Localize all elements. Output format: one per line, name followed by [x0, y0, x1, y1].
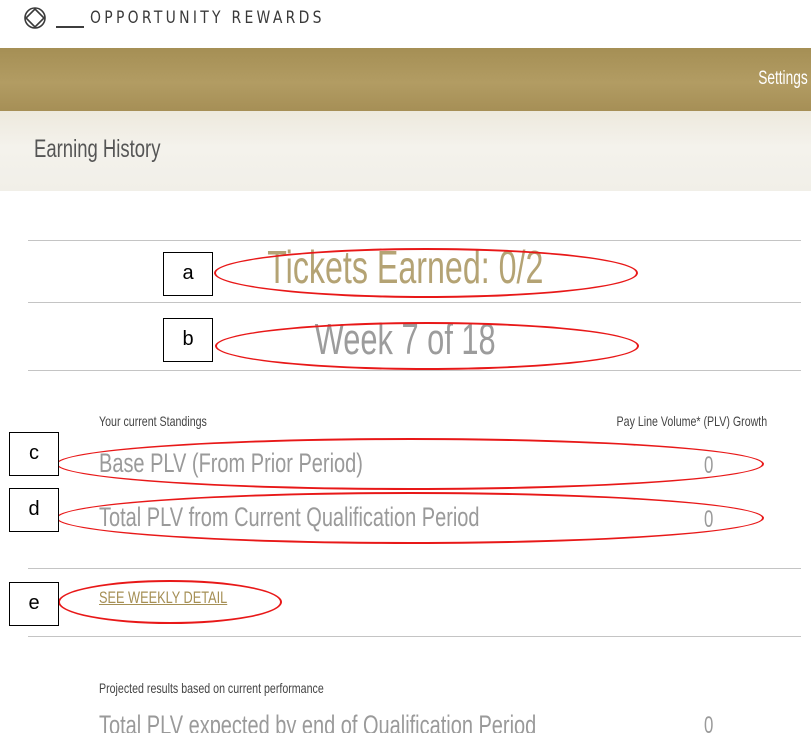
highlight-ellipse-b: [215, 322, 639, 370]
top-nav-bar: Settings: [0, 48, 811, 111]
brand-divider: [56, 26, 84, 28]
plv-growth-heading: Pay Line Volume* (PLV) Growth: [569, 413, 767, 429]
highlight-ellipse-e: [58, 580, 282, 624]
settings-link[interactable]: Settings: [759, 68, 808, 90]
callout-e: e: [9, 582, 59, 626]
callout-a: a: [163, 252, 213, 296]
divider: [28, 370, 801, 371]
projected-heading-text: Projected results based on current perfo…: [99, 680, 324, 696]
highlight-ellipse-c: [56, 438, 764, 490]
divider: [28, 636, 801, 637]
projected-row: Total PLV expected by end of Qualificati…: [0, 700, 811, 733]
highlight-ellipse-a: [214, 248, 638, 298]
plv-growth-heading-text: Pay Line Volume* (PLV) Growth: [616, 413, 767, 429]
callout-b: b: [163, 318, 213, 362]
diamond-circle-logo-icon: [24, 7, 46, 29]
highlight-ellipse-d: [56, 492, 764, 544]
callout-c: c: [9, 432, 59, 476]
projected-plv-label: Total PLV expected by end of Qualificati…: [99, 710, 537, 733]
callout-d: d: [9, 488, 59, 532]
standings-heading: Your current Standings: [99, 413, 241, 429]
page-title: Earning History: [34, 135, 161, 163]
section-header: Earning History: [0, 111, 811, 191]
divider: [28, 568, 801, 569]
divider: [28, 302, 801, 303]
brand-name: OPPORTUNITY REWARDS: [90, 8, 325, 28]
projected-plv-value: 0: [704, 712, 714, 733]
standings-heading-text: Your current Standings: [99, 413, 207, 429]
brand-bar: OPPORTUNITY REWARDS: [0, 0, 811, 48]
projected-heading: Projected results based on current perfo…: [99, 680, 395, 696]
earning-history-page: OPPORTUNITY REWARDS Settings Earning His…: [0, 0, 811, 733]
